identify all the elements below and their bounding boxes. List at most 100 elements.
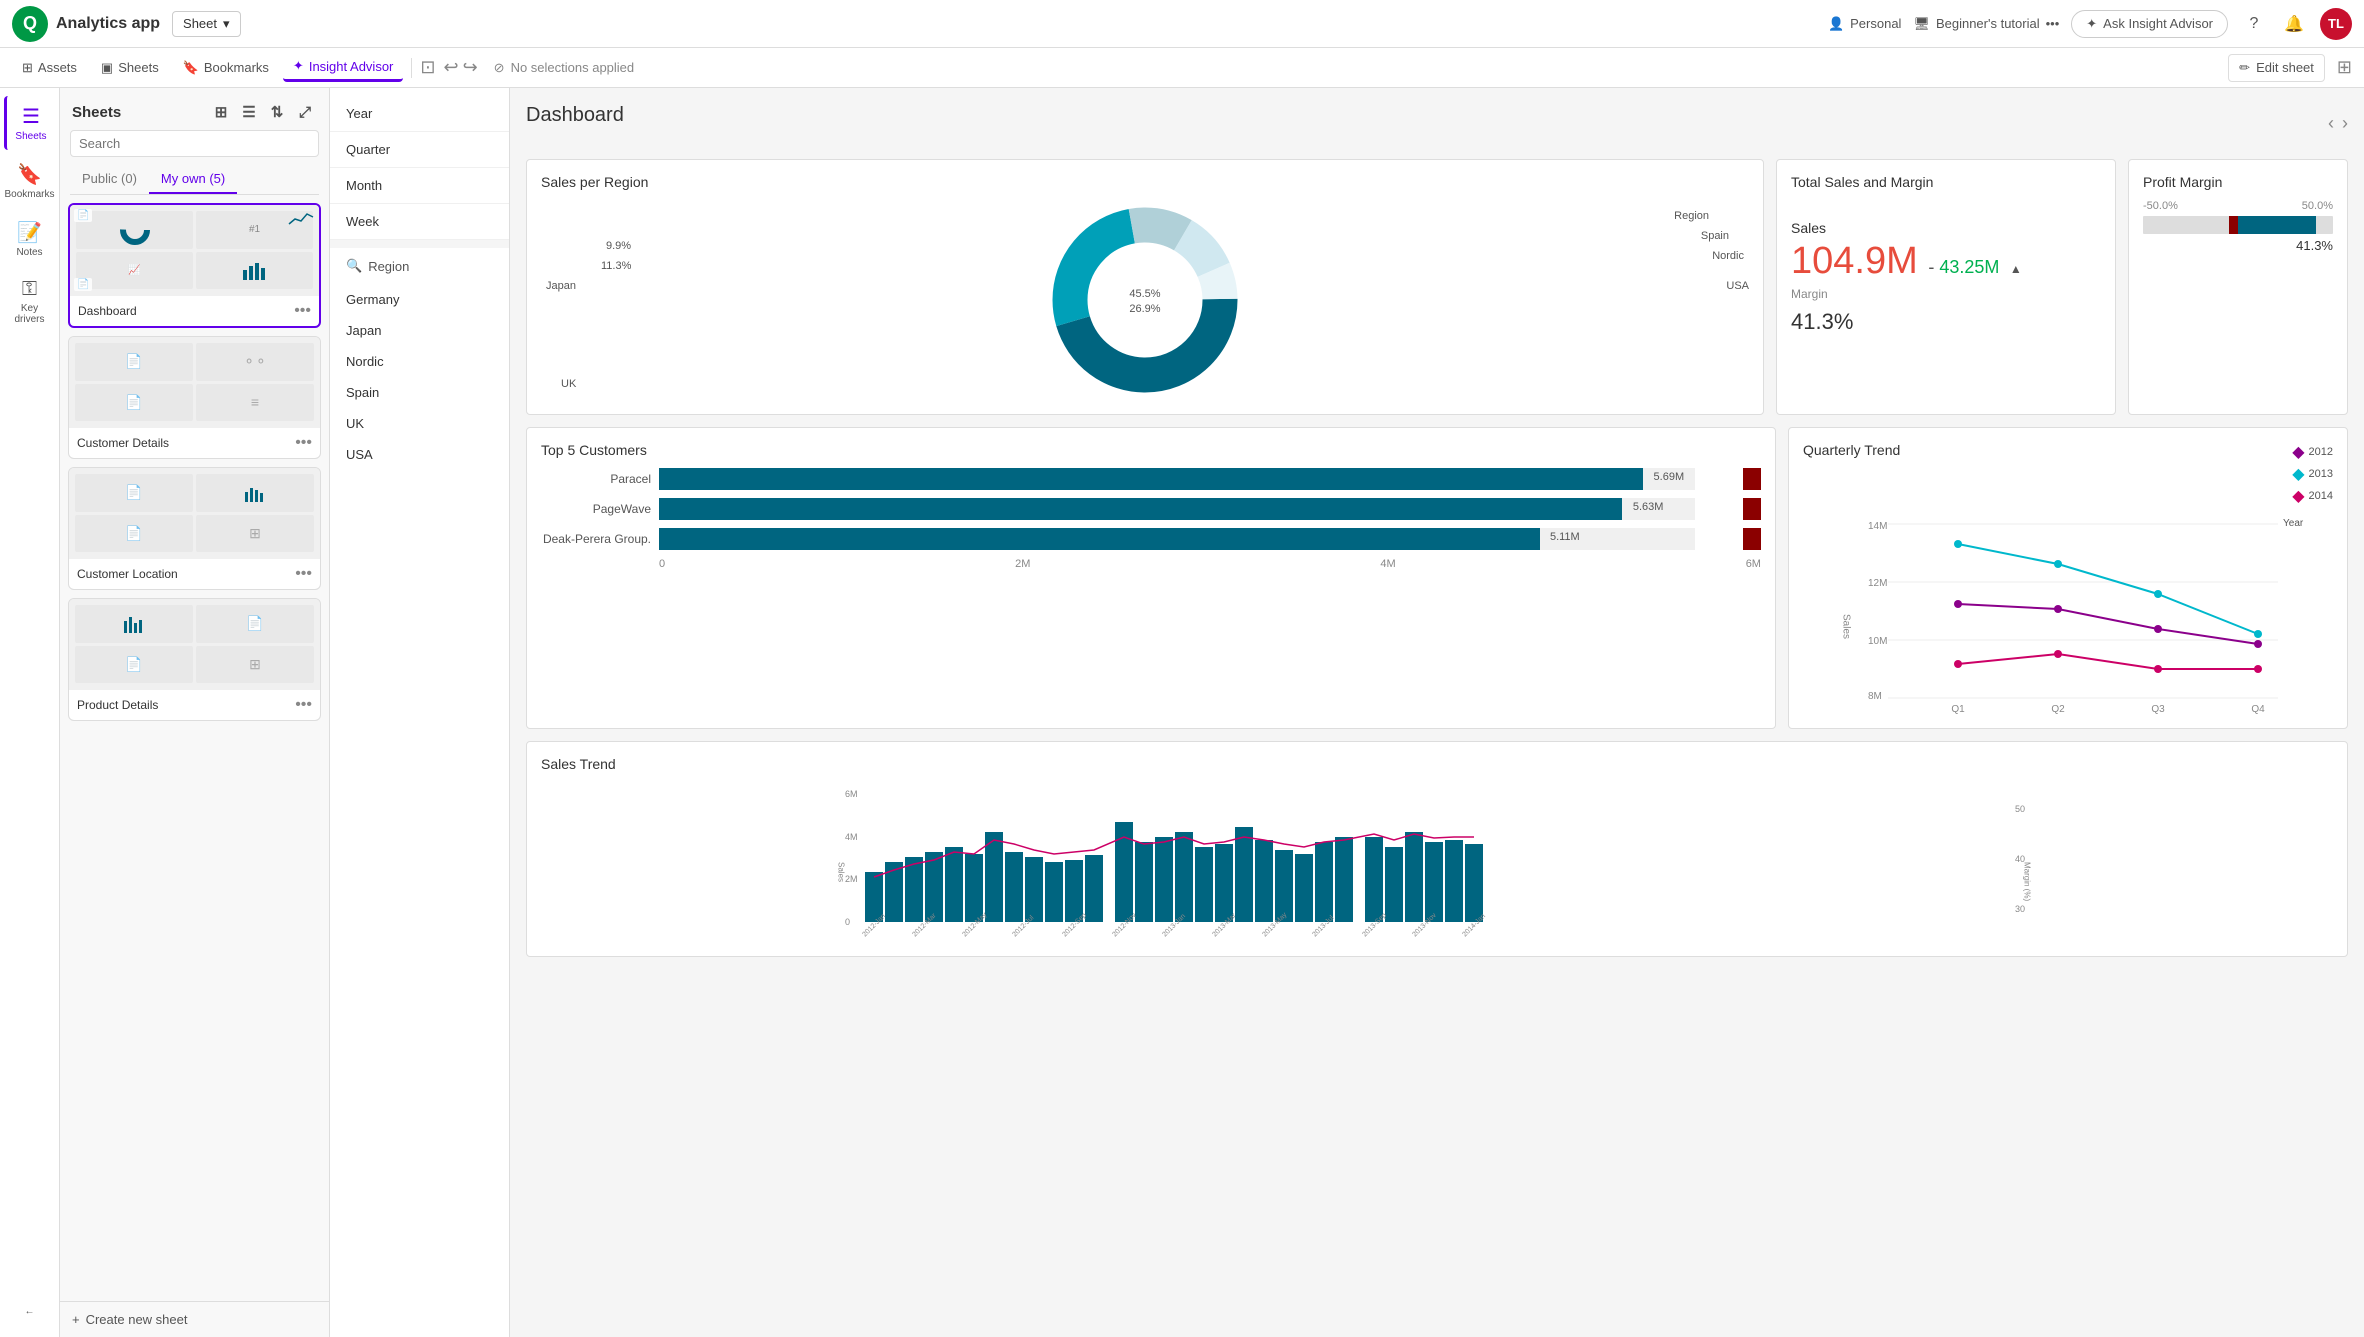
user-label: Personal (1850, 16, 1901, 31)
dropdown-arrow-icon: ▾ (223, 16, 230, 32)
region-label-title: Region (1674, 210, 1709, 222)
key-drivers-nav-icon: ⚿ (22, 278, 37, 301)
create-new-sheet-button[interactable]: + Create new sheet (60, 1301, 329, 1337)
svg-text:8M: 8M (1868, 691, 1882, 702)
filter-panel: Year Quarter Month Week 🔍 Region Germany… (330, 88, 510, 1337)
sheets-tab[interactable]: ▣ Sheets (91, 55, 169, 81)
nav-item-bookmarks[interactable]: 🔖 Bookmarks (4, 154, 56, 208)
nav-collapse-icon[interactable]: ← (4, 1298, 56, 1325)
bar-fill-deak (659, 528, 1540, 550)
search-input[interactable] (70, 130, 319, 157)
sheets-nav-icon: ☰ (22, 104, 40, 129)
list-view-button[interactable]: ☰ (237, 100, 261, 124)
sheet-thumbnail-dashboard: #1 📈 📄 📄 (70, 205, 319, 295)
bar-track-deak: 5.11M (659, 528, 1695, 550)
bar-value-paracel: 5.69M (1654, 471, 1685, 483)
svg-text:14M: 14M (1868, 521, 1887, 532)
bar-fill-pagewave (659, 498, 1622, 520)
lasso-icon[interactable]: ⊡ (420, 57, 435, 78)
sheet-more-customer-location[interactable]: ••• (295, 565, 312, 583)
sheet-sub-icon: 📄 (74, 278, 92, 291)
bar-value-deak: 5.11M (1550, 531, 1580, 543)
sheet-card-product-details[interactable]: 📄 📄 ⊞ Product Details ••• (68, 598, 321, 721)
sheets-view-buttons: ⊞ ☰ ⇅ ⤢ (209, 100, 317, 124)
avatar[interactable]: TL (2320, 8, 2352, 40)
forward-icon[interactable]: ↪ (463, 57, 478, 78)
edit-sheet-button[interactable]: ✏ Edit sheet (2228, 54, 2325, 82)
sheet-card-customer-details[interactable]: 📄 ⚬⚬ 📄 ≡ Customer Details ••• (68, 336, 321, 459)
sheet-more-product-details[interactable]: ••• (295, 696, 312, 714)
filter-japan[interactable]: Japan (330, 315, 509, 346)
back-icon[interactable]: ↩ (443, 57, 458, 78)
sheet-card-customer-location[interactable]: 📄 📄 ⊞ Customer Location ••• (68, 467, 321, 590)
nav-item-key-drivers[interactable]: ⚿ Key drivers (4, 270, 56, 333)
more-icon[interactable]: ••• (2046, 16, 2060, 31)
profit-right-label: 50.0% (2302, 200, 2333, 212)
filter-usa[interactable]: USA (330, 439, 509, 470)
donut-chart: 45.5% 26.9% (1035, 200, 1255, 400)
sort-button[interactable]: ⇅ (265, 100, 289, 124)
search-icon: 🔍 (346, 258, 362, 274)
page-title: Dashboard (526, 104, 624, 127)
assets-icon: ⊞ (22, 60, 33, 76)
sheet-card-dashboard[interactable]: #1 📈 📄 📄 Dashboard ••• (68, 203, 321, 328)
insight-advisor-search[interactable]: ✦ Ask Insight Advisor (2071, 10, 2228, 38)
filter-year[interactable]: Year (330, 96, 509, 132)
notifications-icon[interactable]: 🔔 (2280, 10, 2308, 38)
grid-view-button[interactable]: ⊞ (209, 100, 233, 124)
svg-text:Sales: Sales (837, 862, 846, 882)
my-own-tab[interactable]: My own (5) (149, 165, 237, 194)
plus-icon: + (72, 1312, 80, 1327)
sheets-list: #1 📈 📄 📄 Dashboard ••• (60, 195, 329, 1301)
collapse-icon: ← (25, 1306, 35, 1317)
legend-2014: ◆ 2014 (2292, 486, 2333, 506)
svg-text:Q1: Q1 (1951, 704, 1965, 714)
insight-advisor-tab[interactable]: ✦ Insight Advisor (283, 53, 403, 82)
sheets-search[interactable] (70, 130, 319, 157)
user-icon: 👤 (1828, 16, 1844, 32)
sheets-panel-header: Sheets ⊞ ☰ ⇅ ⤢ (60, 88, 329, 130)
grid-view-icon[interactable]: ⊞ (2337, 57, 2352, 78)
sales-label: Sales (1791, 220, 2101, 236)
svg-text:Year: Year (2283, 518, 2304, 529)
nav-arrows: ‹ › (2328, 113, 2348, 134)
bar-value-pagewave: 5.63M (1633, 501, 1664, 513)
region-inner-9: 9.9% (606, 240, 631, 252)
expand-button[interactable]: ⤢ (293, 100, 317, 124)
customer-label-pagewave: PageWave (541, 502, 651, 516)
filter-week[interactable]: Week (330, 204, 509, 240)
thumb-cell-pd-2: 📄 (196, 605, 314, 643)
filter-uk[interactable]: UK (330, 408, 509, 439)
thumb-cell-cd-2: ⚬⚬ (196, 343, 314, 381)
sheets-nav-label: Sheets (15, 131, 46, 142)
top5-customers-card: Top 5 Customers Paracel 5.69M PageWave (526, 427, 1776, 729)
sheet-more-customer-details[interactable]: ••• (295, 434, 312, 452)
filter-quarter[interactable]: Quarter (330, 132, 509, 168)
quarterly-trend-card: Quarterly Trend ◆ 2012 ◆ 2013 ◆ 2014 (1788, 427, 2348, 729)
prev-arrow[interactable]: ‹ (2328, 113, 2334, 134)
nav-item-sheets[interactable]: ☰ Sheets (4, 96, 56, 150)
filter-nordic[interactable]: Nordic (330, 346, 509, 377)
help-icon[interactable]: ? (2240, 10, 2268, 38)
public-tab[interactable]: Public (0) (70, 165, 149, 194)
sheet-thumbnail-customer-details: 📄 ⚬⚬ 📄 ≡ (69, 337, 320, 427)
sheet-more-dashboard[interactable]: ••• (294, 302, 311, 320)
profit-bar-positive (2238, 216, 2316, 234)
filter-germany[interactable]: Germany (330, 284, 509, 315)
bookmarks-tab[interactable]: 🔖 Bookmarks (173, 55, 279, 81)
monitor-icon: 🖥 (1913, 16, 1930, 32)
assets-tab[interactable]: ⊞ Assets (12, 55, 87, 81)
sheet-type-dropdown[interactable]: Sheet ▾ (172, 11, 241, 37)
region-label-spain: Spain (1701, 230, 1729, 242)
filter-region-title: 🔍 Region (330, 248, 509, 284)
thumb-cell-cl-4: ⊞ (196, 515, 314, 553)
sheet-name-product-details: Product Details (77, 698, 295, 712)
filter-month[interactable]: Month (330, 168, 509, 204)
next-arrow[interactable]: › (2342, 113, 2348, 134)
sales-value: 104.9M - 43.25M ▲ (1791, 240, 2101, 283)
qlik-logo-icon: Q (12, 6, 48, 42)
region-label-japan: Japan (546, 280, 576, 292)
nav-item-notes[interactable]: 📝 Notes (4, 212, 56, 266)
create-sheet-label: Create new sheet (86, 1312, 188, 1327)
filter-spain[interactable]: Spain (330, 377, 509, 408)
